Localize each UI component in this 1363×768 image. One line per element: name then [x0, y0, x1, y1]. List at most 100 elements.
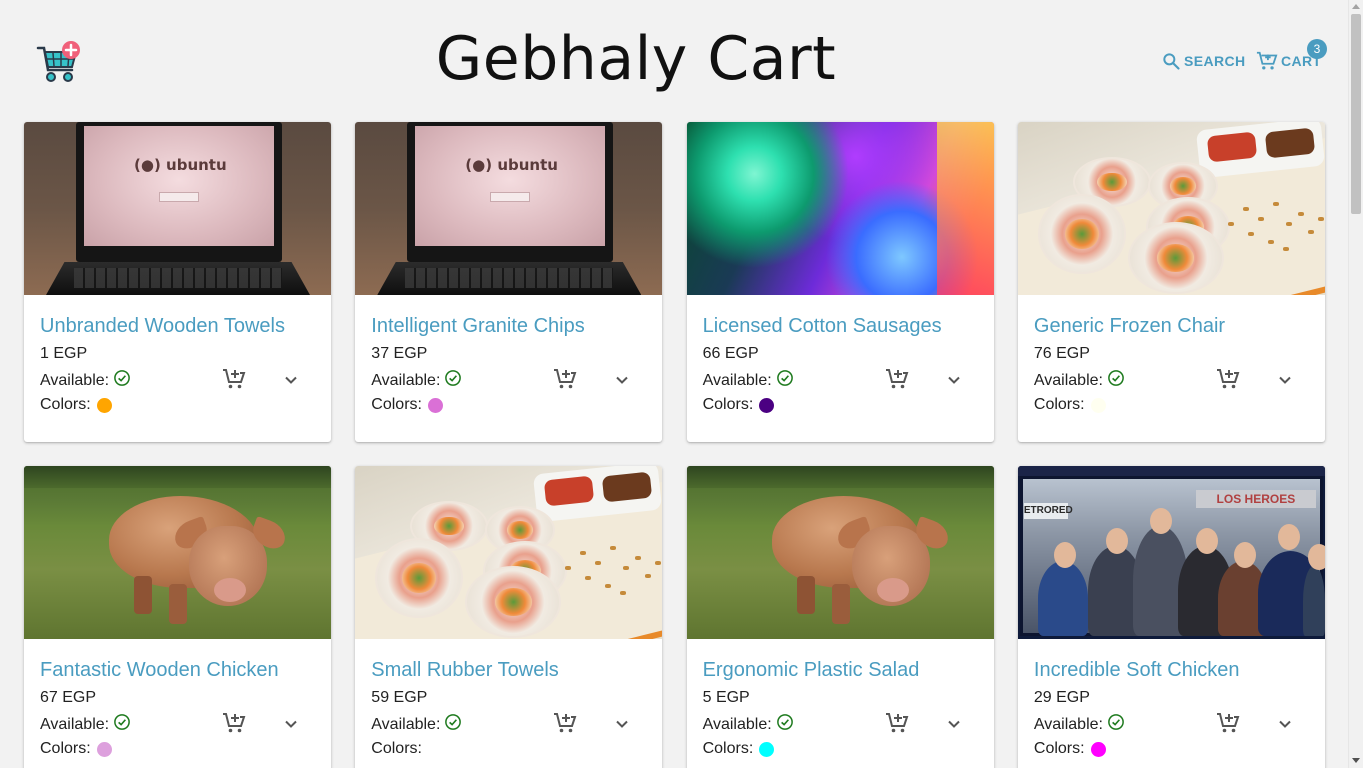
product-price: 76 EGP: [1033, 345, 1090, 362]
availability-row: Available:: [371, 370, 462, 390]
color-swatch[interactable]: [427, 741, 443, 757]
product-title[interactable]: Fantastic Wooden Chicken: [40, 659, 279, 682]
add-to-cart-button[interactable]: [553, 711, 577, 735]
product-image-laptop[interactable]: (●) ubuntu: [355, 122, 663, 295]
add-to-cart-button[interactable]: [885, 367, 909, 391]
cart-icon: [1256, 51, 1278, 70]
product-title[interactable]: Ergonomic Plastic Salad: [703, 659, 920, 682]
product-title[interactable]: Generic Frozen Chair: [1034, 315, 1225, 338]
chevron-down-icon: [1279, 376, 1291, 384]
product-card: Ergonomic Plastic Salad 5 EGP Available: Co…: [686, 466, 994, 768]
expand-details-button[interactable]: [279, 712, 303, 736]
colors-row: Colors:: [703, 396, 775, 414]
check-circle-icon: [114, 370, 130, 386]
expand-details-button[interactable]: [1273, 712, 1297, 736]
product-image-lights[interactable]: [686, 122, 994, 295]
page-title: Gebhaly Cart: [435, 24, 837, 94]
product-title[interactable]: Small Rubber Towels: [371, 659, 559, 682]
product-image-sushi[interactable]: [355, 466, 663, 639]
chevron-down-icon: [285, 376, 297, 384]
expand-details-button[interactable]: [942, 712, 966, 736]
colors-row: Colors:: [1034, 740, 1106, 758]
available-label: Available:: [702, 716, 772, 733]
available-label: Available:: [702, 372, 772, 389]
color-swatch[interactable]: [759, 397, 775, 413]
add-to-cart-button[interactable]: [1216, 367, 1240, 391]
product-title[interactable]: Unbranded Wooden Towels: [40, 315, 285, 338]
product-price: 59 EGP: [371, 689, 428, 706]
color-swatch[interactable]: [1090, 397, 1106, 413]
chevron-down-icon: [285, 720, 297, 728]
expand-details-button[interactable]: [279, 368, 303, 392]
color-swatch[interactable]: [96, 741, 112, 757]
chevron-down-icon: [947, 720, 960, 728]
colors-row: Colors:: [40, 396, 112, 414]
color-swatch[interactable]: [1090, 741, 1106, 757]
scroll-up-arrow-icon[interactable]: [1352, 4, 1360, 9]
colors-label: Colors:: [1033, 740, 1085, 757]
expand-details-button[interactable]: [610, 368, 634, 392]
product-image-sushi[interactable]: [1017, 122, 1325, 295]
add-to-cart-button[interactable]: [1216, 711, 1240, 735]
scrollbar-thumb[interactable]: [1351, 14, 1361, 214]
add-shopping-cart-icon: [885, 369, 908, 389]
search-button[interactable]: SEARCH: [1161, 48, 1246, 74]
add-shopping-cart-icon: [554, 369, 577, 389]
available-label: Available:: [371, 372, 441, 389]
availability-row: Available:: [40, 370, 131, 390]
check-circle-icon: [776, 370, 793, 386]
expand-details-button[interactable]: [610, 712, 634, 736]
colors-label: Colors:: [371, 396, 422, 413]
scroll-down-arrow-icon[interactable]: [1352, 758, 1360, 763]
chevron-down-icon: [947, 376, 960, 384]
expand-details-button[interactable]: [942, 368, 966, 392]
product-card: Licensed Cotton Sausages 66 EGP Available:…: [686, 122, 994, 442]
availability-row: Available:: [702, 714, 794, 734]
add-to-cart-button[interactable]: [222, 711, 246, 735]
add-shopping-cart-icon: [1216, 713, 1240, 733]
product-image-bus[interactable]: ETRORED LOS HEROES: [1017, 466, 1325, 639]
product-price: 29 EGP: [1033, 689, 1090, 706]
availability-row: Available:: [1034, 714, 1125, 734]
product-price: 37 EGP: [371, 345, 428, 362]
available-label: Available:: [371, 716, 441, 733]
availability-row: Available:: [702, 370, 794, 390]
product-card: Fantastic Wooden Chicken 67 EGP Available:…: [24, 466, 331, 768]
product-image-pig[interactable]: [686, 466, 994, 639]
colors-row: Colors:: [1034, 396, 1106, 414]
chevron-down-icon: [1279, 720, 1291, 728]
check-circle-icon: [1108, 370, 1124, 386]
search-icon: [1163, 53, 1180, 70]
available-label: Available:: [1033, 372, 1103, 389]
colors-label: Colors:: [40, 396, 91, 413]
available-label: Available:: [40, 372, 110, 389]
search-label: SEARCH: [1184, 53, 1246, 69]
add-shopping-cart-icon: [223, 369, 246, 389]
add-shopping-cart-icon: [223, 713, 246, 733]
color-swatch[interactable]: [427, 397, 443, 413]
product-price: 5 EGP: [702, 689, 750, 706]
product-image-laptop[interactable]: (●) ubuntu: [24, 122, 331, 295]
colors-label: Colors:: [1033, 396, 1085, 413]
product-title[interactable]: Incredible Soft Chicken: [1034, 659, 1240, 682]
check-circle-icon: [114, 714, 130, 730]
add-to-cart-button[interactable]: [222, 367, 246, 391]
chevron-down-icon: [616, 376, 629, 384]
color-swatch[interactable]: [96, 397, 112, 413]
product-card: (●) ubuntu Intelligent Granite Chips 37 EG…: [355, 122, 663, 442]
product-title[interactable]: Intelligent Granite Chips: [371, 315, 584, 338]
add-to-cart-button[interactable]: [885, 711, 909, 735]
expand-details-button[interactable]: [1273, 368, 1297, 392]
product-image-pig[interactable]: [24, 466, 331, 639]
colors-row: Colors:: [371, 740, 443, 758]
product-card: (●) ubuntu Unbranded Wooden Towels 1 EGP Av…: [24, 122, 331, 442]
product-title[interactable]: Licensed Cotton Sausages: [703, 315, 942, 338]
colors-label: Colors:: [702, 740, 754, 757]
colors-label: Colors:: [40, 740, 91, 757]
product-grid: (●) ubuntu Unbranded Wooden Towels 1 EGP Av…: [24, 122, 1326, 768]
add-to-cart-button[interactable]: [553, 367, 577, 391]
page-scrollbar[interactable]: [1348, 0, 1363, 768]
app-header: Gebhaly Cart SEARCH CART 3: [0, 0, 1348, 122]
colors-label: Colors:: [702, 396, 754, 413]
color-swatch[interactable]: [759, 741, 775, 757]
